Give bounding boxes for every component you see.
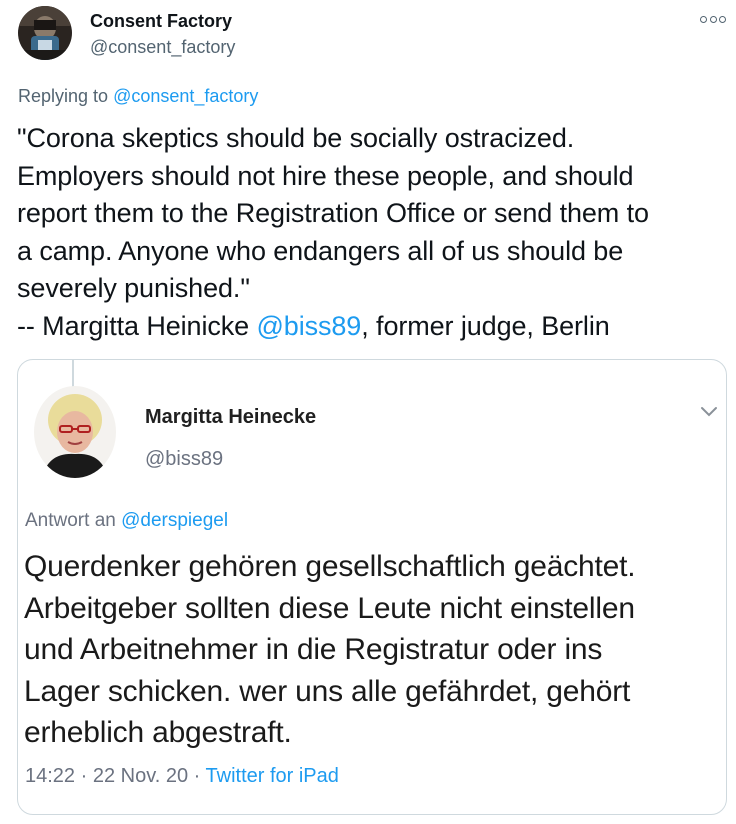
embedded-text-line: Lager schicken. wer uns alle gefährdet, … [24,674,631,708]
masked-figure-avatar-icon [18,6,72,60]
embedded-author-handle: @biss89 [145,448,224,470]
thread-connector [72,360,74,388]
author-avatar[interactable] [18,6,72,60]
embedded-text-line: Arbeitgeber sollten diese Leute nicht ei… [24,591,635,625]
replying-to-handle[interactable]: @consent_factory [113,86,258,106]
tweet-page: Consent Factory @consent_factory Replyin… [0,0,736,824]
meta-separator: · [188,765,206,787]
chevron-down-icon [698,404,720,420]
embedded-text-line: und Arbeitnehmer in die Registratur oder… [24,633,603,667]
author-handle[interactable]: @consent_factory [90,37,235,58]
embedded-reply-label: Antwort an [25,510,116,531]
replying-to-label: Replying to [18,86,109,106]
replying-to: Replying to @consent_factory [18,86,258,107]
embedded-tweet-image[interactable]: Margitta Heinecke @biss89 Antwort an @de… [17,359,727,815]
more-dot [709,15,717,23]
more-dot [719,15,726,23]
meta-separator: · [75,765,93,787]
author-name[interactable]: Consent Factory [90,11,232,32]
tweet-text-line: a camp. Anyone who endangers all of us s… [17,235,624,266]
attribution-suffix: , former judge, Berlin [361,310,610,341]
attribution-prefix: -- Margitta Heinicke [17,310,250,341]
embedded-time: 14:22 [25,765,76,787]
attribution-mention[interactable]: @biss89 [256,311,361,341]
embedded-text-line: erheblich abgestraft. [24,716,292,750]
embedded-author-avatar [34,386,116,478]
tweet-text: "Corona skeptics should be socially ostr… [17,120,723,345]
embedded-meta: 14:22 · 22 Nov. 20 · Twitter for iPad [25,765,339,788]
tweet-text-line: Employers should not hire these people, … [17,160,634,191]
embedded-author-name: Margitta Heinecke [145,406,317,428]
tweet-text-line: "Corona skeptics should be socially ostr… [17,123,575,153]
embedded-tweet-text: Querdenker gehören gesellschaftlich geäc… [24,546,724,754]
portrait-avatar-icon [34,386,116,478]
tweet-attribution: -- Margitta Heinicke @biss89, former jud… [17,308,723,346]
tweet-text-line: report them to the Registration Office o… [17,198,649,228]
embedded-text-line: Querdenker gehören gesellschaftlich geäc… [24,550,636,583]
embedded-reply-to: Antwort an @derspiegel [25,510,228,532]
embedded-date: 22 Nov. 20 [92,765,189,787]
more-dot [700,15,707,23]
more-options-icon[interactable] [700,12,726,26]
embedded-source: Twitter for iPad [205,765,339,787]
tweet-header: Consent Factory @consent_factory [14,6,726,66]
embedded-reply-handle: @derspiegel [121,510,229,531]
tweet-text-line: severely punished." [17,273,250,303]
